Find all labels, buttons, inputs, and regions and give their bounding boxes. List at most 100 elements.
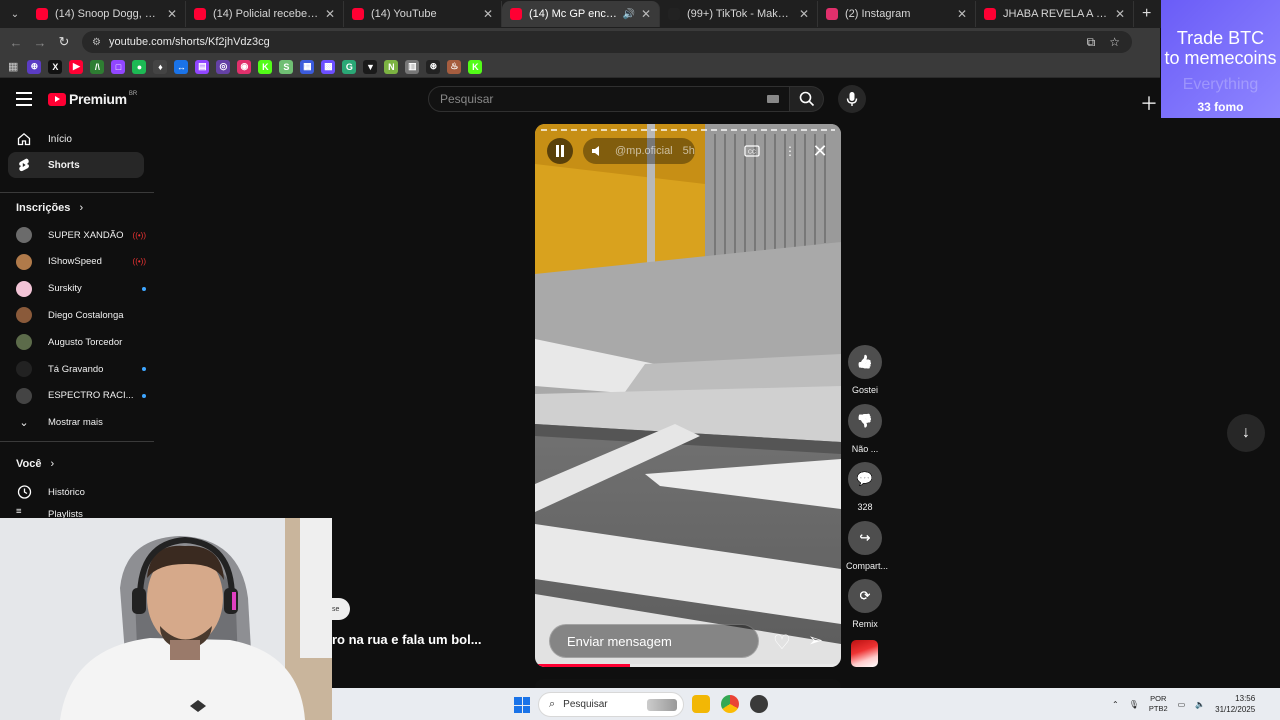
bookmark-icon[interactable]: ▩: [321, 59, 336, 74]
bookmark-icon[interactable]: ▶: [69, 59, 84, 74]
taskbar-clock[interactable]: 13:56 31/12/2025: [1215, 693, 1255, 715]
browser-tab[interactable]: (14) Policial recebe voz de prisã ✕: [186, 1, 344, 27]
back-arrow-icon[interactable]: ←: [4, 35, 28, 50]
bookmark-icon[interactable]: ♨: [447, 59, 462, 74]
tab-close-icon[interactable]: ✕: [641, 7, 651, 21]
youtube-premium-logo[interactable]: Premium BR: [48, 91, 137, 107]
bookmark-icon[interactable]: ⊛: [426, 59, 441, 74]
apps-grid-icon[interactable]: ▦: [8, 60, 18, 73]
bookmark-icon[interactable]: ◉: [237, 59, 252, 74]
chrome-icon[interactable]: [721, 695, 739, 713]
hamburger-menu-icon[interactable]: [16, 92, 32, 110]
volume-control[interactable]: @mp.oficial 5h: [583, 138, 695, 164]
sidebar-item-shorts[interactable]: Shorts: [8, 152, 144, 178]
speaker-icon[interactable]: 🔈: [1195, 700, 1205, 709]
bookmark-icon[interactable]: ▤: [195, 59, 210, 74]
send-icon[interactable]: ➢: [808, 630, 823, 651]
reload-icon[interactable]: ↻: [52, 34, 76, 50]
show-more-button[interactable]: ⌄ Mostrar mais: [16, 411, 146, 433]
bookmark-icon[interactable]: ↔: [174, 59, 189, 74]
app-icon[interactable]: [750, 695, 768, 713]
browser-tab[interactable]: (99+) TikTok - Make Your Day ✕: [660, 1, 818, 27]
bookmark-icon[interactable]: ♦: [153, 59, 168, 74]
tray-chevron-up-icon[interactable]: ⌃: [1112, 700, 1119, 709]
sidebar-item-subscription[interactable]: Augusto Torcedor: [16, 331, 146, 353]
tab-close-icon[interactable]: ✕: [483, 7, 493, 21]
bookmark-icon[interactable]: ◎: [216, 59, 231, 74]
create-plus-icon[interactable]: ＋: [1140, 90, 1158, 116]
shorts-icon: [16, 157, 32, 173]
bookmark-icon[interactable]: N: [384, 59, 399, 74]
forward-arrow-icon[interactable]: →: [28, 35, 52, 50]
sidebar-item-subscription[interactable]: SUPER XANDÃO ((•)): [16, 224, 146, 246]
next-short-button[interactable]: ↓: [1227, 414, 1265, 452]
tab-search-chevron-icon[interactable]: ⌄: [2, 3, 28, 25]
more-options-icon[interactable]: ⋮: [777, 138, 803, 164]
bookmark-icon[interactable]: ▼: [363, 59, 378, 74]
bookmark-icon[interactable]: ⊕: [27, 59, 42, 74]
new-tab-plus-icon[interactable]: +: [1142, 5, 1151, 23]
sidebar-item-subscription[interactable]: IShowSpeed ((•)): [16, 251, 146, 273]
tab-close-icon[interactable]: ✕: [799, 7, 809, 21]
sidebar-item-history[interactable]: Histórico: [16, 481, 146, 503]
comment-button[interactable]: 💬 328: [846, 462, 884, 512]
tab-close-icon[interactable]: ✕: [957, 7, 967, 21]
sidebar-item-subscription[interactable]: Tá Gravando: [16, 358, 146, 380]
browser-tab[interactable]: (14) Mc GP encontra Vinhe🔊 ✕: [502, 1, 660, 27]
tab-audio-icon[interactable]: 🔊: [622, 9, 634, 20]
send-message-input[interactable]: Enviar mensagem: [549, 624, 759, 658]
share-button[interactable]: ↪ Compart...: [846, 520, 888, 571]
tab-close-icon[interactable]: ✕: [167, 7, 177, 21]
heart-icon[interactable]: ♡: [773, 630, 791, 655]
close-icon[interactable]: ✕: [807, 138, 833, 164]
bookmarks-bar: ▦ ⊕ X ▶/\ □ ● ♦ ↔ ▤ ◎ ◉ K S ▦ ▩ G ▼ N ▥ ⊛ ♨ K: [0, 56, 1160, 78]
bookmark-icon[interactable]: S: [279, 59, 294, 74]
taskbar-search-box[interactable]: ⌕ Pesquisar: [538, 692, 684, 717]
bookmark-icon[interactable]: ▥: [405, 59, 420, 74]
voice-search-button[interactable]: [838, 85, 866, 113]
file-explorer-icon[interactable]: [692, 695, 710, 713]
site-info-icon[interactable]: ⚙: [92, 37, 101, 48]
subscriptions-header[interactable]: Inscrições ›: [16, 202, 83, 214]
ad-banner[interactable]: Trade BTC to memecoins Everything 33 fom…: [1161, 0, 1280, 118]
bookmark-icon[interactable]: K: [258, 59, 273, 74]
dislike-button[interactable]: 👎 Não ...: [846, 403, 884, 454]
you-header[interactable]: Você ›: [16, 458, 54, 470]
browser-tab[interactable]: (14) Snoop Dogg, Tupac, Nate ✕: [28, 1, 186, 27]
bookmark-star-icon[interactable]: ☆: [1109, 35, 1120, 50]
bookmark-icon[interactable]: X: [48, 59, 63, 74]
language-indicator[interactable]: POR PTB2: [1149, 694, 1168, 714]
bookmark-icon[interactable]: G: [342, 59, 357, 74]
search-input[interactable]: Pesquisar: [428, 86, 790, 112]
video-progress-bar[interactable]: [535, 664, 841, 667]
tab-close-icon[interactable]: ✕: [1115, 7, 1125, 21]
tray-microphone-icon[interactable]: 🎙: [1129, 700, 1139, 709]
bookmark-icon[interactable]: ▦: [300, 59, 315, 74]
bookmark-icon[interactable]: ●: [132, 59, 147, 74]
browser-tab[interactable]: (14) YouTube ✕: [344, 1, 502, 27]
browser-tab[interactable]: JHABA REVELA A LÉO STROND ✕: [976, 1, 1134, 27]
sidebar-item-subscription[interactable]: Diego Costalonga: [16, 304, 146, 326]
search-button[interactable]: [790, 86, 824, 112]
bookmark-icon[interactable]: □: [111, 59, 126, 74]
sound-thumbnail[interactable]: [851, 640, 878, 667]
bookmark-icon[interactable]: /\: [90, 59, 105, 74]
keyboard-icon[interactable]: [767, 95, 779, 103]
browser-tab[interactable]: (2) Instagram ✕: [818, 1, 976, 27]
sidebar-item-home[interactable]: Início: [8, 126, 144, 152]
pause-button[interactable]: [547, 138, 573, 164]
install-app-icon[interactable]: ⧉: [1087, 35, 1096, 50]
sidebar-item-subscription[interactable]: Surskity: [16, 278, 146, 300]
sidebar-item-subscription[interactable]: ESPECTRO RACI...: [16, 385, 146, 407]
shorts-video-player[interactable]: @mp.oficial 5h CC ⋮ ✕ Enviar mensagem ♡ …: [535, 124, 841, 667]
captions-button[interactable]: CC: [739, 138, 765, 164]
tab-close-icon[interactable]: ✕: [325, 7, 335, 21]
address-bar[interactable]: ⚙ youtube.com/shorts/Kf2jhVdz3cg ⧉ ☆: [82, 31, 1132, 53]
channel-avatar: [16, 227, 32, 243]
bookmark-icon[interactable]: K: [468, 59, 483, 74]
like-button[interactable]: 👍 Gostei: [846, 345, 884, 395]
network-icon[interactable]: ▭: [1178, 700, 1186, 709]
remix-button[interactable]: ⟳ Remix: [846, 579, 884, 629]
channel-handle[interactable]: @mp.oficial: [615, 145, 673, 157]
windows-start-icon[interactable]: [514, 697, 530, 713]
